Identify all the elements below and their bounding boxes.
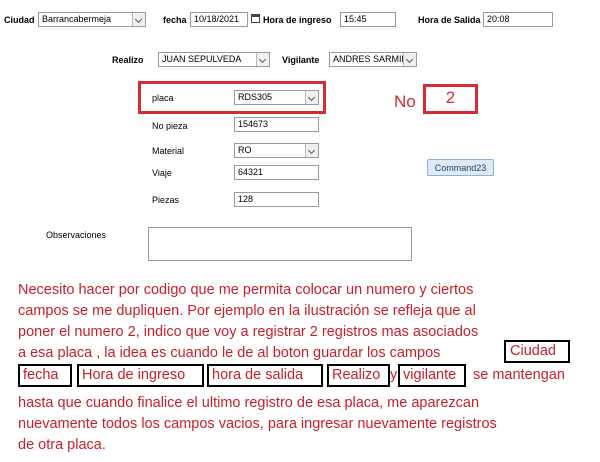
placa-combobox[interactable]: RDS305: [234, 90, 319, 105]
viaje-input[interactable]: 64321: [234, 165, 319, 180]
no-pieza-label: No pieza: [152, 121, 188, 131]
calendar-icon[interactable]: [251, 14, 260, 23]
vigilante-label: Vigilante: [282, 55, 320, 65]
piezas-input[interactable]: 128: [234, 192, 319, 207]
chevron-down-icon[interactable]: [132, 13, 145, 26]
hora-salida-label: Hora de Salida: [418, 15, 481, 25]
hora-ingreso-label: Hora de ingreso: [263, 15, 332, 25]
note-line-6: hasta que cuando finalice el ultimo regi…: [18, 395, 480, 411]
realizo-combobox[interactable]: JUAN SEPULVEDA: [158, 52, 270, 67]
chevron-down-icon[interactable]: [305, 91, 318, 104]
command23-button[interactable]: Command23: [427, 159, 494, 176]
note-line-8: de otra placa.: [18, 437, 106, 453]
no-value: 2: [445, 88, 456, 107]
ciudad-value: Barrancabermeja: [42, 14, 112, 24]
hora-ingreso-input[interactable]: 15:45: [340, 12, 396, 27]
vigilante-combobox[interactable]: ANDRES SARMIENTO: [329, 52, 417, 67]
hora-salida-input[interactable]: 20:08: [483, 12, 553, 27]
placa-label: placa: [152, 93, 174, 103]
note-line-3: poner el numero 2, indico que voy a regi…: [18, 324, 479, 340]
viaje-label: Viaje: [152, 168, 172, 178]
highlight-word-fecha: fecha: [23, 367, 59, 383]
highlight-word-vigilante: vigilante: [403, 367, 457, 383]
material-value: RO: [238, 145, 252, 155]
note-line-1: Necesito hacer por codigo que me permita…: [18, 282, 474, 298]
highlight-word-realizo: Realizo: [332, 367, 381, 383]
highlight-word-y: y: [390, 367, 398, 383]
chevron-down-icon[interactable]: [403, 53, 416, 66]
fecha-input[interactable]: 10/18/2021: [190, 12, 248, 27]
highlight-word-hora-ingreso: Hora de ingreso: [82, 367, 186, 383]
observaciones-label: Observaciones: [46, 230, 107, 240]
observaciones-textarea[interactable]: [148, 227, 412, 261]
highlight-word-hora-salida: hora de salida: [212, 367, 304, 383]
no-pieza-input[interactable]: 154673: [234, 117, 319, 132]
no-label: No: [394, 92, 416, 111]
realizo-value: JUAN SEPULVEDA: [162, 54, 242, 64]
piezas-label: Piezas: [152, 195, 180, 205]
ciudad-combobox[interactable]: Barrancabermeja: [38, 12, 146, 27]
material-combobox[interactable]: RO: [234, 143, 319, 158]
material-label: Material: [152, 146, 185, 156]
note-line-5: se mantengan: [473, 367, 565, 383]
ciudad-label: Ciudad: [4, 15, 35, 25]
placa-value: RDS305: [238, 92, 273, 102]
note-line-2: campos se me dupliquen. Por ejemplo en l…: [18, 303, 476, 319]
realizo-label: Realizo: [112, 55, 144, 65]
note-line-7: nuevamente todos los campos vacios, para…: [18, 416, 497, 432]
highlight-word-ciudad: Ciudad: [510, 343, 556, 359]
chevron-down-icon[interactable]: [305, 144, 318, 157]
no-value-box[interactable]: 2: [423, 84, 478, 114]
fecha-label: fecha: [163, 15, 187, 25]
note-line-4: a esa placa , la idea es cuando le de al…: [18, 345, 441, 361]
chevron-down-icon[interactable]: [256, 53, 269, 66]
